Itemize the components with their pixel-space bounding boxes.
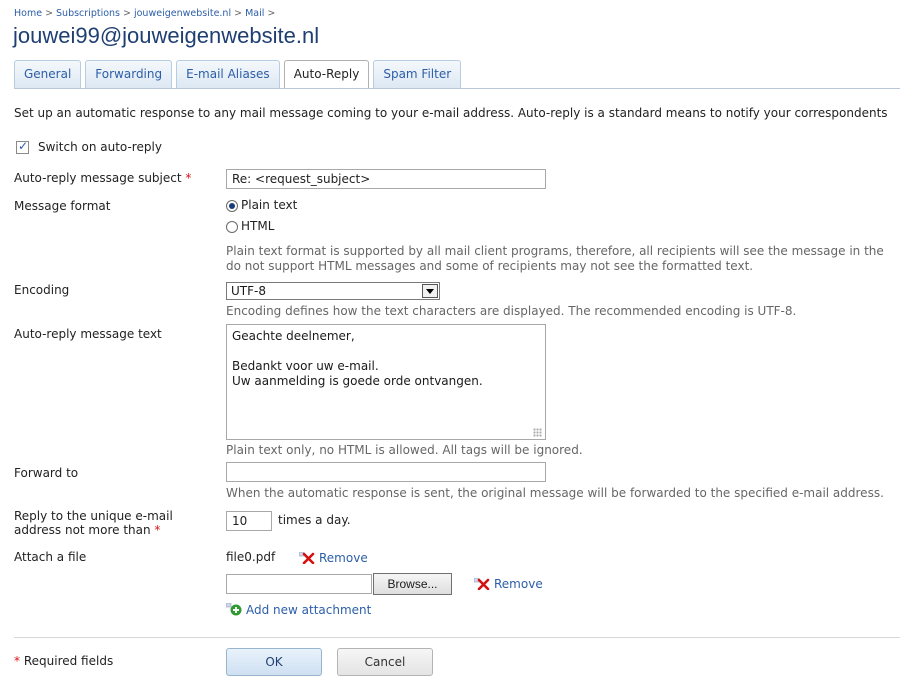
tab-auto-reply[interactable]: Auto-Reply: [283, 60, 370, 89]
remove-icon[interactable]: [299, 552, 315, 564]
tab-email-aliases[interactable]: E-mail Aliases: [176, 60, 280, 88]
breadcrumb-home[interactable]: Home: [14, 8, 42, 19]
add-attachment-icon[interactable]: [226, 603, 243, 616]
required-marker: *: [14, 654, 20, 668]
cancel-button[interactable]: Cancel: [337, 648, 433, 676]
switch-auto-reply-label: Switch on auto-reply: [38, 140, 162, 154]
subject-input[interactable]: [226, 169, 546, 189]
message-textarea[interactable]: Geachte deelnemer, Bedankt voor uw e-mai…: [226, 324, 546, 440]
encoding-selected-value: UTF-8: [231, 284, 266, 298]
footer-divider: [14, 637, 900, 638]
forward-label: Forward to: [14, 466, 79, 480]
breadcrumb-domain[interactable]: jouweigenwebsite.nl: [134, 8, 231, 19]
remove-file0-link[interactable]: Remove: [319, 551, 368, 565]
format-html-radio[interactable]: [226, 221, 238, 233]
check-icon: ✓: [18, 139, 29, 153]
format-label: Message format: [14, 199, 111, 213]
tab-divider: [14, 88, 900, 89]
encoding-label: Encoding: [14, 283, 70, 297]
tab-general[interactable]: General: [14, 60, 82, 88]
encoding-hint: Encoding defines how the text characters…: [226, 304, 797, 318]
add-attachment-link[interactable]: Add new attachment: [246, 603, 371, 617]
forward-input[interactable]: [226, 462, 546, 482]
resize-grip-icon[interactable]: [533, 428, 542, 437]
reply-limit-label: Reply to the unique e-mail address not m…: [14, 509, 173, 537]
breadcrumb-separator: >: [45, 8, 54, 19]
required-fields-text: Required fields: [23, 654, 114, 668]
page-title: jouwei99@jouweigenwebsite.nl: [13, 23, 320, 48]
required-marker: *: [185, 171, 192, 185]
required-marker: *: [154, 523, 161, 537]
dropdown-arrow-icon: [422, 284, 438, 298]
subject-label: Auto-reply message subject *: [14, 171, 191, 185]
attach-label: Attach a file: [14, 550, 87, 564]
forward-hint: When the automatic response is sent, the…: [226, 486, 884, 500]
reply-limit-suffix: times a day.: [278, 513, 351, 527]
remove-new-file-link[interactable]: Remove: [494, 577, 543, 591]
switch-auto-reply-checkbox[interactable]: ✓: [16, 139, 29, 154]
breadcrumb: Home > Subscriptions > jouweigenwebsite.nl > M…: [14, 8, 278, 19]
required-fields-note: * Required fields: [14, 654, 113, 668]
encoding-select[interactable]: UTF-8: [226, 282, 440, 300]
message-label: Auto-reply message text: [14, 327, 162, 341]
breadcrumb-separator: >: [123, 8, 131, 19]
intro-text: Set up an automatic response to any mail…: [14, 106, 888, 120]
format-plain-label: Plain text: [241, 198, 298, 212]
reply-limit-label-line1: Reply to the unique e-mail: [14, 509, 173, 523]
ok-button[interactable]: OK: [226, 648, 322, 676]
reply-limit-label-line2: address not more than: [14, 523, 151, 537]
format-plain-radio[interactable]: [226, 200, 238, 212]
format-hint-line2: do not support HTML messages and some of…: [226, 259, 754, 273]
radio-selected-dot: [229, 203, 235, 209]
breadcrumb-separator: >: [267, 8, 276, 19]
browse-button[interactable]: Browse...: [373, 573, 452, 595]
breadcrumb-subscriptions[interactable]: Subscriptions: [56, 8, 120, 19]
remove-icon[interactable]: [474, 578, 490, 590]
subject-label-text: Auto-reply message subject: [14, 171, 182, 185]
breadcrumb-mail[interactable]: Mail: [245, 8, 264, 19]
format-hint-line1: Plain text format is supported by all ma…: [226, 244, 884, 258]
format-html-label: HTML: [241, 219, 275, 233]
breadcrumb-separator: >: [234, 8, 243, 19]
tab-forwarding[interactable]: Forwarding: [85, 60, 173, 88]
message-hint: Plain text only, no HTML is allowed. All…: [226, 443, 583, 457]
file-path-input[interactable]: [226, 574, 372, 594]
tab-spam-filter[interactable]: Spam Filter: [373, 60, 462, 88]
attached-file-name: file0.pdf: [226, 550, 276, 564]
tab-bar: General Forwarding E-mail Aliases Auto-R…: [14, 60, 465, 89]
reply-limit-input[interactable]: [226, 511, 272, 531]
